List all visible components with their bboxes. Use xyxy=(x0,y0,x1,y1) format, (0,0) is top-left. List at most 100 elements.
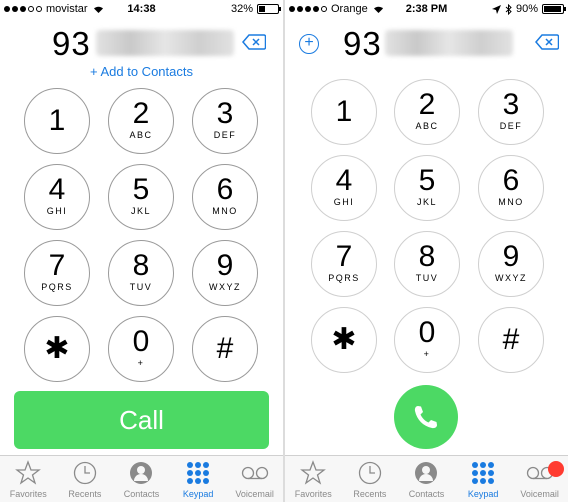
key-digit: 6 xyxy=(216,173,234,206)
tab-label: Contacts xyxy=(408,489,445,499)
key-letters: WXYZ xyxy=(209,282,241,292)
contact-person-icon xyxy=(130,462,153,484)
tab-favorites[interactable]: Favorites xyxy=(285,456,342,502)
key-letters: DEF xyxy=(213,130,237,140)
tab-favorites[interactable]: Favorites xyxy=(0,456,57,502)
phone-handset-icon xyxy=(414,406,437,429)
add-to-contacts-link[interactable]: + Add to Contacts xyxy=(0,64,283,79)
tab-contacts[interactable]: Contacts xyxy=(398,456,455,502)
keypad-key[interactable]: 0 + xyxy=(394,307,460,373)
keypad-key[interactable]: 5 JKL xyxy=(108,164,174,230)
key-letters: + xyxy=(423,349,431,359)
keypad-key[interactable]: ✱ xyxy=(311,307,377,373)
key-letters: MNO xyxy=(212,206,238,216)
keypad-key[interactable]: # xyxy=(478,307,544,373)
key-letters: GHI xyxy=(333,197,355,207)
keypad-key[interactable]: 3 DEF xyxy=(478,79,544,145)
keypad-key[interactable]: 4 GHI xyxy=(311,155,377,221)
blurred-number xyxy=(96,30,234,56)
key-letters: PQRS xyxy=(41,282,73,292)
battery-icon xyxy=(542,4,566,14)
keypad-key[interactable]: 5 JKL xyxy=(394,155,460,221)
keypad-key[interactable]: 8 TUV xyxy=(394,231,460,297)
backspace-icon[interactable] xyxy=(242,34,266,50)
tab-voicemail[interactable]: Voicemail xyxy=(511,456,568,502)
location-arrow-icon xyxy=(491,4,501,14)
clock-icon xyxy=(73,461,97,485)
keypad-key[interactable]: 1 xyxy=(24,88,90,154)
key-digit: 8 xyxy=(132,249,150,282)
call-button[interactable]: Call xyxy=(14,391,269,449)
key-letters: TUV xyxy=(129,282,153,292)
keypad-key[interactable]: 3 DEF xyxy=(192,88,258,154)
key-digit: 2 xyxy=(418,88,436,121)
keypad-key[interactable]: 1 xyxy=(311,79,377,145)
key-digit: 9 xyxy=(502,240,520,273)
battery-icon xyxy=(257,4,281,14)
key-digit: 3 xyxy=(502,88,520,121)
bluetooth-icon xyxy=(505,3,512,15)
key-letters: DEF xyxy=(499,121,523,131)
tab-bar: Favorites Recents Contacts Keypad Voicem… xyxy=(285,455,568,502)
key-digit: # xyxy=(216,332,234,365)
key-letters: MNO xyxy=(498,197,524,207)
key-letters: ABC xyxy=(415,121,439,131)
key-digit: 4 xyxy=(335,164,353,197)
tab-contacts[interactable]: Contacts xyxy=(113,456,170,502)
contact-person-icon xyxy=(415,462,438,484)
key-digit: 0 xyxy=(132,325,150,358)
clock-icon xyxy=(358,461,382,485)
keypad-grid-icon xyxy=(472,462,495,484)
keypad-key[interactable]: 2 ABC xyxy=(394,79,460,145)
tab-label: Recents xyxy=(353,489,387,499)
dialed-number: 93 xyxy=(52,25,91,62)
call-button[interactable] xyxy=(394,385,458,449)
right-phone-screen: Orange 2:38 PM 90% + 93 1 2 ABC 3 DEF 4 GHI 5 JK… xyxy=(285,0,568,502)
key-digit: 7 xyxy=(48,249,66,282)
tab-label: Keypad xyxy=(467,489,499,499)
keypad-key[interactable]: 4 GHI xyxy=(24,164,90,230)
keypad-key[interactable]: 8 TUV xyxy=(108,240,174,306)
key-digit: 5 xyxy=(418,164,436,197)
star-icon xyxy=(300,460,327,485)
key-letters: JKL xyxy=(130,206,151,216)
keypad-key[interactable]: 9 WXYZ xyxy=(192,240,258,306)
keypad-key[interactable]: 7 PQRS xyxy=(311,231,377,297)
keypad-key[interactable]: 0 + xyxy=(108,316,174,382)
tab-label: Voicemail xyxy=(235,489,274,499)
key-digit: 9 xyxy=(216,249,234,282)
dialed-number: 93 xyxy=(343,25,382,62)
tab-recents[interactable]: Recents xyxy=(57,456,114,502)
keypad-key[interactable]: 9 WXYZ xyxy=(478,231,544,297)
keypad-key[interactable]: 6 MNO xyxy=(478,155,544,221)
key-digit: # xyxy=(502,323,520,356)
tab-voicemail[interactable]: Voicemail xyxy=(226,456,283,502)
key-digit: 2 xyxy=(132,97,150,130)
tab-label: Keypad xyxy=(182,489,214,499)
keypad-key[interactable]: 6 MNO xyxy=(192,164,258,230)
keypad-key[interactable]: 7 PQRS xyxy=(24,240,90,306)
keypad-key[interactable]: ✱ xyxy=(24,316,90,382)
keypad-key[interactable]: 2 ABC xyxy=(108,88,174,154)
tab-bar: Favorites Recents Contacts Keypad Voicem… xyxy=(0,455,283,502)
tab-recents[interactable]: Recents xyxy=(342,456,399,502)
backspace-icon[interactable] xyxy=(535,34,559,50)
key-digit: 4 xyxy=(48,173,66,206)
tab-keypad[interactable]: Keypad xyxy=(455,456,512,502)
key-digit: ✱ xyxy=(44,332,70,365)
add-contact-plus-button[interactable]: + xyxy=(299,34,319,54)
tab-label: Favorites xyxy=(294,489,332,499)
tab-keypad[interactable]: Keypad xyxy=(170,456,227,502)
key-letters: GHI xyxy=(46,206,68,216)
key-letters: JKL xyxy=(416,197,437,207)
key-letters: WXYZ xyxy=(495,273,527,283)
key-digit: 3 xyxy=(216,97,234,130)
key-letters: TUV xyxy=(415,273,439,283)
tab-label: Favorites xyxy=(9,489,47,499)
status-bar: Orange 2:38 PM 90% xyxy=(285,0,568,20)
tab-label: Contacts xyxy=(123,489,160,499)
key-digit: 8 xyxy=(418,240,436,273)
keypad-key[interactable]: # xyxy=(192,316,258,382)
keypad-grid-icon xyxy=(187,462,210,484)
star-icon xyxy=(15,460,42,485)
